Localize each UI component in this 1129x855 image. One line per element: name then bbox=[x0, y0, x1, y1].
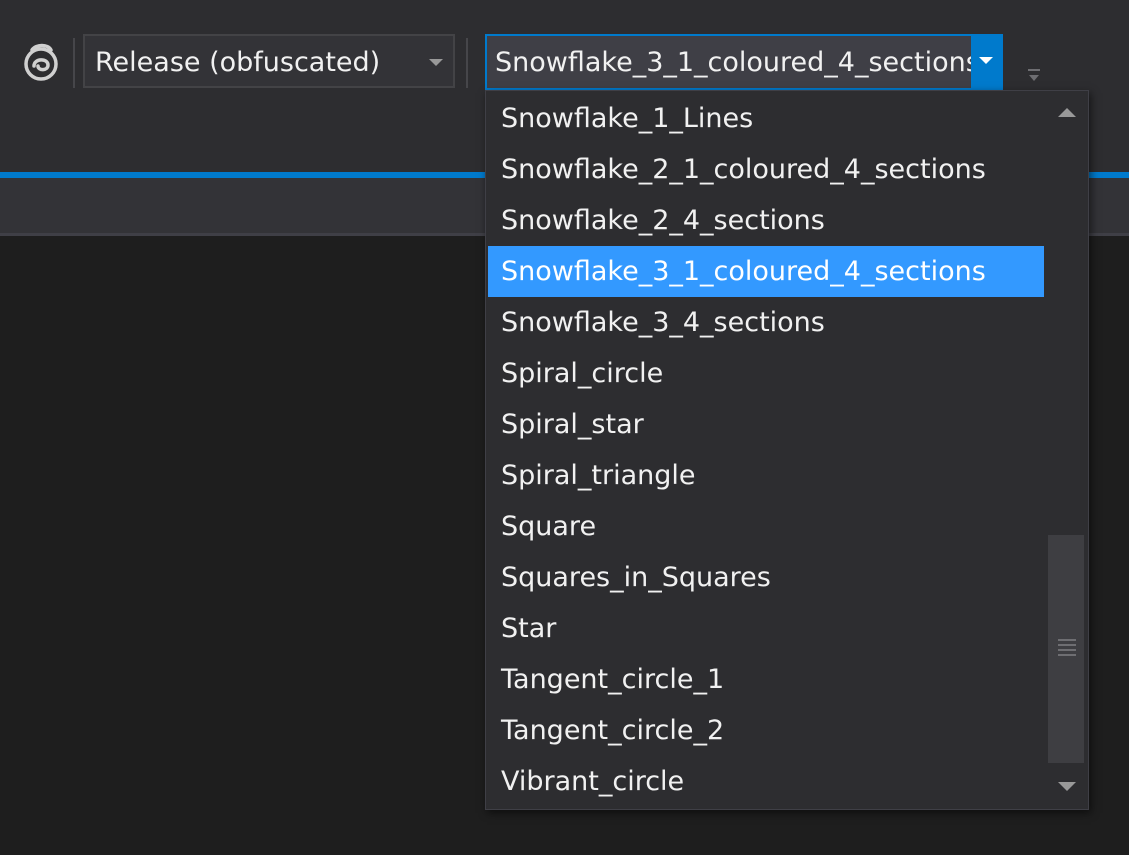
scroll-up-icon bbox=[1058, 108, 1076, 117]
dropdown-item[interactable]: Spiral_circle bbox=[488, 348, 1044, 399]
grip-icon bbox=[1058, 649, 1076, 651]
grip-icon bbox=[1058, 654, 1076, 656]
dropdown-items: Snowflake_1_Lines Snowflake_2_1_coloured_… bbox=[488, 93, 1044, 809]
dropdown-item[interactable]: Snowflake_1_Lines bbox=[488, 93, 1044, 144]
scroll-up-button[interactable] bbox=[1046, 93, 1086, 135]
chevron-down-icon bbox=[979, 57, 993, 64]
dropdown-item[interactable]: Square bbox=[488, 501, 1044, 552]
chevron-down-icon bbox=[1029, 75, 1039, 81]
configuration-value: Release (obfuscated) bbox=[95, 47, 381, 78]
target-dropdown-list: Snowflake_1_Lines Snowflake_2_1_coloured_… bbox=[485, 90, 1089, 810]
toolbar-overflow-icon bbox=[1028, 69, 1040, 71]
scroll-down-button[interactable] bbox=[1046, 765, 1086, 807]
dropdown-scrollbar[interactable] bbox=[1046, 93, 1086, 807]
dropdown-item[interactable]: Tangent_circle_2 bbox=[488, 705, 1044, 756]
dropdown-item[interactable]: Snowflake_3_4_sections bbox=[488, 297, 1044, 348]
dropdown-item[interactable]: Squares_in_Squares bbox=[488, 552, 1044, 603]
dropdown-item[interactable]: Snowflake_2_1_coloured_4_sections bbox=[488, 144, 1044, 195]
dropdown-item[interactable]: Spiral_star bbox=[488, 399, 1044, 450]
configuration-combobox[interactable]: Release (obfuscated) bbox=[83, 34, 455, 88]
target-dropdown-button[interactable] bbox=[971, 36, 1001, 88]
chevron-down-icon bbox=[429, 59, 443, 66]
target-value: Snowflake_3_1_coloured_4_sections bbox=[495, 47, 980, 78]
toolbar-separator bbox=[73, 38, 75, 88]
dropdown-item[interactable]: Snowflake_2_4_sections bbox=[488, 195, 1044, 246]
target-combobox[interactable]: Snowflake_3_1_coloured_4_sections bbox=[485, 34, 1003, 90]
grip-icon bbox=[1058, 639, 1076, 641]
scroll-down-icon bbox=[1058, 782, 1076, 791]
dropdown-item[interactable]: Vibrant_circle bbox=[488, 756, 1044, 807]
dropdown-item[interactable]: Tangent_circle_1 bbox=[488, 654, 1044, 705]
grip-icon bbox=[1058, 644, 1076, 646]
swirl-logo-icon bbox=[22, 40, 60, 82]
dropdown-item[interactable]: Spiral_triangle bbox=[488, 450, 1044, 501]
dropdown-item-selected[interactable]: Snowflake_3_1_coloured_4_sections bbox=[488, 246, 1044, 297]
toolbar-separator bbox=[466, 38, 468, 88]
dropdown-item[interactable]: Star bbox=[488, 603, 1044, 654]
scroll-thumb[interactable] bbox=[1048, 535, 1084, 763]
toolbar-overflow-button[interactable] bbox=[1024, 66, 1044, 88]
